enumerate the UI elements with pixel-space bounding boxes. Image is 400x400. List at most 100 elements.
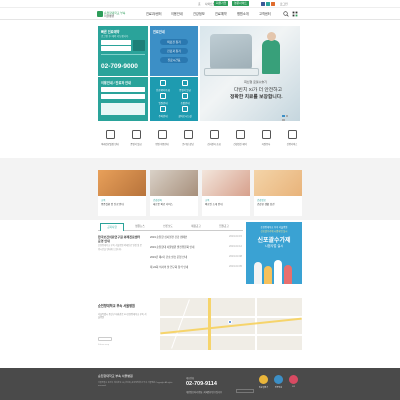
icon-link-guide[interactable]: 병원 이용안내 [152,128,172,150]
util-link-home[interactable]: 홈 [196,2,203,7]
news-card-title: 의료진 소개 안내 [205,203,223,206]
find-doctor-button[interactable]: 의료진 찾기 [160,39,188,45]
news-card[interactable]: 건강정보 건강한 생활 습관 [254,170,302,216]
news-card-title: 중증질환 암 진료 안내 [101,203,124,206]
hero-banner[interactable]: 최신형 로봇수술기 다빈치 Xi가 더 안전하고 정확한 치료를 보장합니다. [200,26,300,121]
reserve-login-button[interactable] [133,40,145,51]
youtube-icon[interactable] [271,1,275,6]
news-card[interactable]: 교육 중증질환 암 진료 안내 [98,170,146,216]
nav-departments[interactable]: 진료과/센터 [146,11,162,17]
footer-tel: 02-709-9114 [186,381,217,387]
nav-reservation[interactable]: 진료예약 [215,11,227,17]
icon-link-certificate[interactable]: 증명서 발급 [126,128,146,150]
person-illustration [264,266,272,284]
list-item[interactable]: 2019년 제2기 간호 실습 운영 안내 2019.03.08 [150,255,242,265]
building-icon [182,93,188,99]
notice-featured[interactable]: 한국보건의료연구원 외래진료센터 운영 안내 순천향대학교 부속 서울병원 외래… [98,235,143,252]
hero-caption-line2: 정확한 치료를 보장합니다. [230,95,283,100]
document-icon [182,80,188,86]
hands-icon [288,130,297,139]
nav-customer[interactable]: 고객센터 [259,11,271,17]
reserve-id-field[interactable] [101,40,131,45]
quick-menu-label: 주차안내 [158,115,168,118]
tab-notice[interactable]: 공지사항 [100,223,124,231]
icon-link-outpatient[interactable]: 외래진료일정 안내 [100,128,120,150]
schedule-button[interactable]: 진료시간표 [160,57,188,63]
icon-link-volunteer[interactable]: 자원봉사 [256,128,276,150]
payment-system-banner[interactable]: 순천향대학교 부속 서울병원 신포괄수가제 시범사업 실시 신포괄수가제 시범사… [246,222,302,284]
util-link-login[interactable]: 로그인 [278,2,290,7]
reserve-password-field[interactable] [101,46,131,51]
robot-surgery-image [210,34,252,70]
footer-tel-label: 대표전화 [186,378,195,380]
tab-bid[interactable]: 입찰공고 [212,223,236,231]
map-pin-icon [182,106,188,112]
list-item[interactable]: 제 24회 의사의 날 연구회 참석 안내 2019.03.05 [150,265,242,275]
department-select[interactable] [101,94,145,99]
notice-date: 2019.03.15 [229,235,242,238]
icon-link-label: 간병서비스 [286,144,298,146]
nav-about[interactable]: 병원소개 [237,11,249,17]
map-credit: Kakao map [98,344,110,346]
news-card-image [150,170,198,196]
divider [101,54,145,55]
certified-badge-icon [274,375,283,384]
icon-link-label: 건강검진 예약 [233,144,247,146]
directions-button[interactable] [98,337,112,341]
stethoscope-icon [236,130,245,139]
surgery-bed-image [204,68,259,76]
icon-link-care[interactable]: 간병서비스 [282,128,302,150]
service-select[interactable] [101,87,145,92]
list-item[interactable]: 2019 순천향 심뇌혈관 건강 캠페인 2019.03.15 [150,235,242,245]
person-illustration [254,262,262,284]
site-footer: 순천향대학교 부속 서울병원 서울특별시 용산구 대사관로 59 (한남동) 순… [0,368,400,400]
util-english-button[interactable]: 영문사이트 [232,1,249,6]
facebook-icon[interactable] [261,1,265,6]
footer-links[interactable]: 개인정보처리방침 | 이메일무단수집거부 [186,390,222,394]
icon-link-checkup[interactable]: 건강검진 예약 [230,128,250,150]
footer-badge-label: 인증병원 [274,387,283,389]
hospital-logo[interactable]: 순천향대학교 부속 서울병원 [97,10,127,19]
quick-menu-directions[interactable]: 찾아오시는길 [175,105,195,120]
find-department-button[interactable]: 진료과 찾기 [160,48,188,54]
search-icon[interactable] [283,11,289,17]
nav-guide[interactable]: 이용안내 [171,11,183,17]
calendar-icon [160,80,166,86]
notice-tabs: 공지사항 병원뉴스 언론보도 채용공고 입찰공고 [98,223,243,231]
reservation-phone: 02-709-9000 [101,63,138,70]
footer-badge-label: JCI [292,386,295,388]
icon-link-label: 온라인 상담 [182,144,194,146]
tab-press[interactable]: 언론보도 [156,223,180,231]
logo-mark-icon [97,10,103,17]
site-header: 순천향대학교 부속 서울병원 진료과/센터 이용안내 건강정보 진료예약 병원소… [0,8,400,20]
notice-title: 제 24회 의사의 날 연구회 참석 안내 [150,266,189,269]
certificate-icon [132,130,141,139]
news-card-title: 새로운 의료 서비스 [153,203,173,206]
util-join-button[interactable]: 회원가입 [214,1,229,6]
notice-date: 2019.03.05 [229,265,242,268]
tab-recruit[interactable]: 채용공고 [184,223,208,231]
icon-link-label: 외래진료일정 안내 [101,144,119,146]
blog-icon[interactable] [266,1,270,6]
news-card-image [254,170,302,196]
icon-link-results[interactable]: 검사결과 조회 [204,128,224,150]
notice-date: 2019.03.12 [229,245,242,248]
service-info-box [101,103,145,115]
quick-menu-parking[interactable]: 주차안내 [153,105,173,120]
nav-health-info[interactable]: 건강정보 [193,11,205,17]
all-menu-icon[interactable] [292,11,298,17]
quick-menu-label: 찾아오시는길 [178,115,192,118]
notice-title: 2019 순천향 심뇌혈관 건강 캠페인 [150,236,188,239]
family-site-select[interactable] [236,389,254,393]
list-item[interactable]: 2019 순천향대 서울병원 발전위원회 안내 2019.03.12 [150,245,242,255]
news-card-section [0,158,400,220]
icon-link-consult[interactable]: 온라인 상담 [178,128,198,150]
icon-link-label: 검사결과 조회 [207,144,221,146]
news-card[interactable]: 교육 의료진 소개 안내 [202,170,250,216]
tab-news[interactable]: 병원뉴스 [128,223,152,231]
hero-caption-small: 최신형 로봇수술기 [244,80,267,84]
location-map[interactable] [160,298,302,350]
hero-pager[interactable] [282,114,292,121]
person-illustration [274,260,282,284]
news-card[interactable]: 건강강좌 새로운 의료 서비스 [150,170,198,216]
